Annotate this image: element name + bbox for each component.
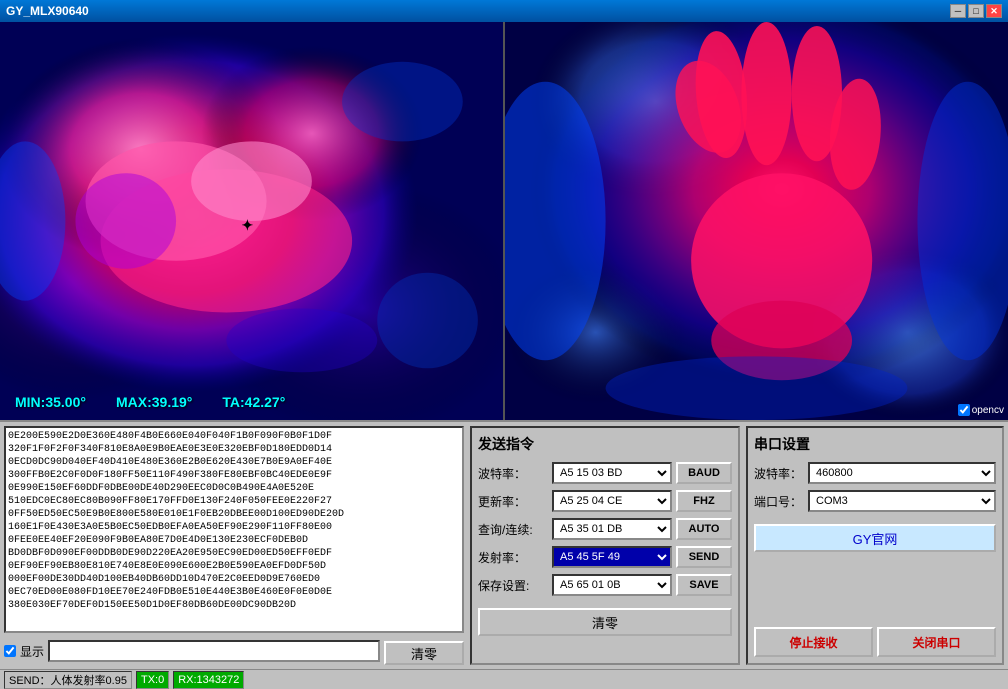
crosshair: ✦ [241, 217, 253, 234]
maximize-button[interactable]: □ [968, 4, 984, 18]
thermal-svg-right [505, 22, 1008, 420]
window-controls: ─ □ ✕ [950, 4, 1002, 18]
status-send: SEND：人体发射率0.95 [4, 671, 132, 689]
ta-temp-label: TA:42.27° [222, 394, 285, 410]
cmd-row-save: 保存设置: A5 65 01 0B SAVE [478, 574, 732, 596]
temp-labels: MIN:35.00° MAX:39.19° TA:42.27° [0, 394, 503, 410]
baud-select[interactable]: A5 15 03 BD [552, 462, 672, 484]
log-content: 0E200E590E2D0E360E480F4B0E660E040F040F1B… [8, 431, 344, 611]
minimize-button[interactable]: ─ [950, 4, 966, 18]
send-button[interactable]: SEND [676, 546, 732, 568]
display-checkbox[interactable] [4, 645, 16, 657]
status-tx: TX:0 [136, 671, 169, 689]
camera-views: ✦ MIN:35.00° MAX:39.19° TA:42.27° [0, 22, 1008, 422]
serial-baud-label: 波特率： [754, 465, 804, 482]
serial-port-label: 端口号： [754, 493, 804, 510]
serial-baud-select[interactable]: 460800 115200 9600 [808, 462, 996, 484]
serial-port-select[interactable]: COM3 COM1 COM2 [808, 490, 996, 512]
send-select[interactable]: A5 45 5F 49 [552, 546, 672, 568]
cmd-row-send: 发射率： A5 45 5F 49 SEND [478, 546, 732, 568]
send-label: 发射率： [478, 549, 548, 566]
window-title: GY_MLX90640 [6, 4, 950, 18]
log-bottom-row: 显示 清零 [4, 637, 464, 665]
serial-panel-title: 串口设置 [754, 434, 996, 454]
auto-select[interactable]: A5 35 01 DB [552, 518, 672, 540]
clear-input[interactable] [48, 640, 380, 662]
close-button[interactable]: ✕ [986, 4, 1002, 18]
auto-button[interactable]: AUTO [676, 518, 732, 540]
cmd-panel-title: 发送指令 [478, 434, 732, 454]
fhz-select[interactable]: A5 25 04 CE [552, 490, 672, 512]
camera-left: ✦ MIN:35.00° MAX:39.19° TA:42.27° [0, 22, 505, 420]
statusbar: SEND：人体发射率0.95 TX:0 RX:1343272 [0, 669, 1008, 689]
cmd-row-baud: 波特率： A5 15 03 BD BAUD [478, 462, 732, 484]
log-text[interactable]: 0E200E590E2D0E360E480F4B0E660E040F040F1B… [4, 426, 464, 633]
min-temp-label: MIN:35.00° [15, 394, 86, 410]
fhz-label: 更新率： [478, 493, 548, 510]
serial-row-port: 端口号： COM3 COM1 COM2 [754, 490, 996, 512]
gy-website-button[interactable]: GY官网 [754, 524, 996, 552]
close-port-button[interactable]: 关闭串口 [877, 627, 996, 657]
opencv-overlay: opencv [958, 404, 1004, 416]
command-panel: 发送指令 波特率： A5 15 03 BD BAUD 更新率： A5 25 04… [470, 426, 740, 665]
clear-button[interactable]: 清零 [384, 641, 464, 665]
baud-label: 波特率： [478, 465, 548, 482]
clear-zero-button[interactable]: 清零 [478, 608, 732, 636]
main-content: ✦ MIN:35.00° MAX:39.19° TA:42.27° [0, 22, 1008, 689]
cmd-row-fhz: 更新率： A5 25 04 CE FHZ [478, 490, 732, 512]
bottom-section: 0E200E590E2D0E360E480F4B0E660E040F040F1B… [0, 422, 1008, 669]
titlebar: GY_MLX90640 ─ □ ✕ [0, 0, 1008, 22]
thermal-image-right [505, 22, 1008, 420]
save-select[interactable]: A5 65 01 0B [552, 574, 672, 596]
max-temp-label: MAX:39.19° [116, 394, 192, 410]
cmd-row-auto: 查询/连续: A5 35 01 DB AUTO [478, 518, 732, 540]
serial-row-baud: 波特率： 460800 115200 9600 [754, 462, 996, 484]
serial-panel: 串口设置 波特率： 460800 115200 9600 端口号： COM3 C… [746, 426, 1004, 665]
display-label: 显示 [20, 643, 44, 660]
log-area: 0E200E590E2D0E360E480F4B0E660E040F040F1B… [4, 426, 464, 665]
opencv-checkbox[interactable] [958, 404, 970, 416]
status-rx: RX:1343272 [173, 671, 244, 689]
camera-right: opencv [505, 22, 1008, 420]
fhz-button[interactable]: FHZ [676, 490, 732, 512]
stop-receive-button[interactable]: 停止接收 [754, 627, 873, 657]
save-label: 保存设置: [478, 577, 548, 594]
baud-button[interactable]: BAUD [676, 462, 732, 484]
opencv-label: opencv [972, 405, 1004, 416]
save-button[interactable]: SAVE [676, 574, 732, 596]
auto-label: 查询/连续: [478, 521, 548, 538]
action-buttons: 停止接收 关闭串口 [754, 627, 996, 657]
